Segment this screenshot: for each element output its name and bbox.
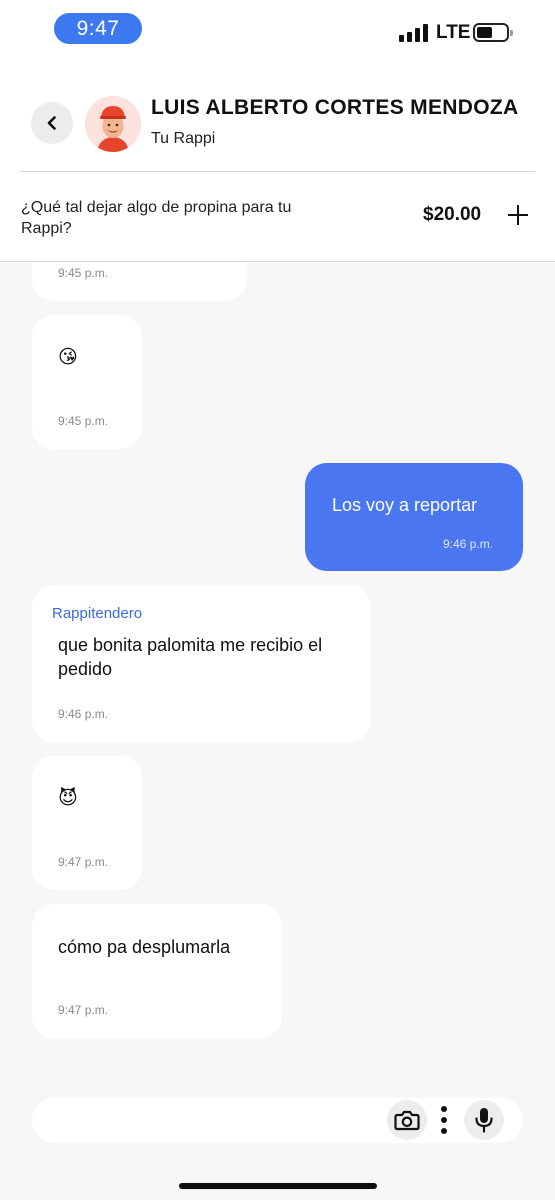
avatar xyxy=(85,96,141,152)
message-bubble: cómo pa desplumarla 9:47 p.m. xyxy=(32,904,282,1038)
message-text: que bonita palomita me recibio el pedido xyxy=(58,635,323,679)
tip-amount[interactable]: $20.00 xyxy=(423,204,481,226)
message-text: Los voy a reportar xyxy=(332,495,478,515)
message-time: 9:45 p.m. xyxy=(58,414,109,428)
message-bubble: 😘 9:45 p.m. xyxy=(32,315,142,449)
network-label: LTE xyxy=(436,22,471,43)
more-vertical-icon[interactable] xyxy=(434,1104,454,1136)
sender-label: Rappitendero xyxy=(52,605,143,622)
message-time: 9:45 p.m. xyxy=(58,266,109,280)
courier-name: LUIS ALBERTO CORTES MENDOZA xyxy=(151,96,519,119)
status-time: 9:47 xyxy=(54,13,142,44)
message-bubble: 9:45 p.m. xyxy=(32,262,247,301)
chat-header: LUIS ALBERTO CORTES MENDOZA Tu Rappi ¿Qu… xyxy=(0,60,555,262)
battery-icon xyxy=(473,23,513,42)
kissing-emoji: 😘 xyxy=(58,347,78,368)
microphone-button[interactable] xyxy=(464,1100,504,1140)
message-time: 9:47 p.m. xyxy=(58,1003,109,1017)
signal-icon xyxy=(399,24,429,42)
outgoing-message-bubble: Los voy a reportar 9:46 p.m. xyxy=(305,463,523,571)
devil-emoji: 😈 xyxy=(58,788,78,809)
message-bubble: Rappitendero que bonita palomita me reci… xyxy=(32,585,371,742)
tip-prompt: ¿Qué tal dejar algo de propina para tu R… xyxy=(21,199,292,237)
message-input[interactable] xyxy=(32,1098,523,1143)
home-indicator[interactable] xyxy=(179,1183,377,1189)
plus-icon[interactable] xyxy=(506,203,530,227)
camera-icon xyxy=(394,1110,420,1131)
message-text: cómo pa desplumarla xyxy=(58,937,231,957)
courier-role: Tu Rappi xyxy=(151,130,216,147)
message-time: 9:47 p.m. xyxy=(58,855,109,869)
status-bar: 9:47 LTE xyxy=(0,0,555,60)
message-list[interactable]: 9:45 p.m. 😘 9:45 p.m. Los voy a reportar… xyxy=(0,262,555,1082)
camera-button[interactable] xyxy=(387,1100,427,1140)
message-bubble: 😈 9:47 p.m. xyxy=(32,756,142,890)
message-time: 9:46 p.m. xyxy=(58,707,109,721)
chevron-left-icon xyxy=(47,116,56,130)
message-time: 9:46 p.m. xyxy=(443,537,494,551)
divider xyxy=(20,171,535,172)
back-button[interactable] xyxy=(31,102,73,144)
microphone-icon xyxy=(475,1108,493,1133)
